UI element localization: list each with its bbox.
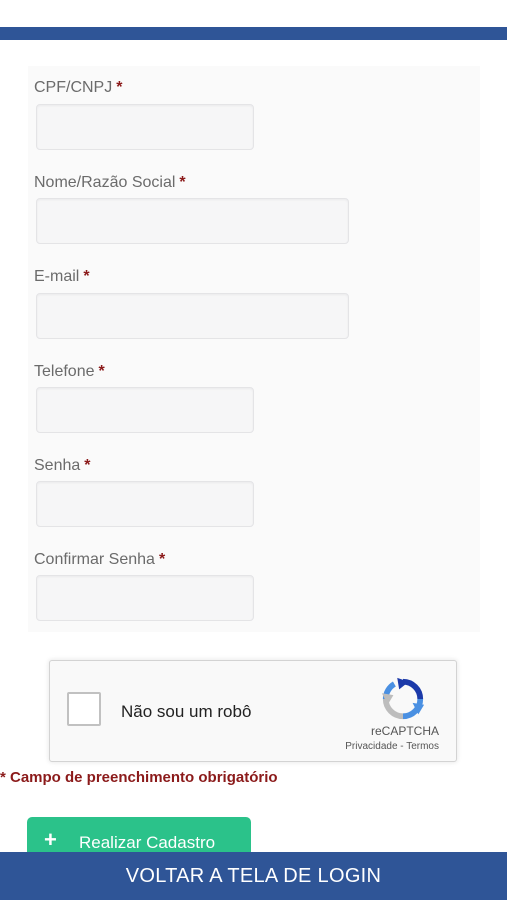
name-label: Nome/Razão Social * xyxy=(34,174,186,192)
required-asterisk: * xyxy=(84,457,91,474)
email-label: E-mail * xyxy=(34,268,90,286)
required-asterisk: * xyxy=(179,174,186,191)
name-label-text: Nome/Razão Social xyxy=(34,174,176,191)
back-to-login-button[interactable]: VOLTAR A TELA DE LOGIN xyxy=(0,852,507,900)
cpf-cnpj-input[interactable] xyxy=(36,104,254,150)
recaptcha-widget: Não sou um robô reCAPTCHA Privacidade - … xyxy=(49,660,457,762)
recaptcha-label: Não sou um robô xyxy=(121,702,252,721)
email-label-text: E-mail xyxy=(34,268,80,285)
confirm-password-label-text: Confirmar Senha xyxy=(34,551,155,568)
back-to-login-label: VOLTAR A TELA DE LOGIN xyxy=(125,864,382,887)
cpf-cnpj-label-text: CPF/CNPJ xyxy=(34,79,113,96)
cpf-cnpj-label: CPF/CNPJ * xyxy=(34,79,122,97)
required-asterisk: * xyxy=(83,268,90,285)
top-header-bar xyxy=(0,27,507,40)
password-input[interactable] xyxy=(36,481,254,527)
recaptcha-logo-icon xyxy=(381,677,425,720)
phone-input[interactable] xyxy=(36,387,254,433)
phone-label-text: Telefone xyxy=(34,363,95,380)
recaptcha-brand: reCAPTCHA xyxy=(370,724,439,738)
required-asterisk: * xyxy=(98,363,105,380)
required-asterisk: * xyxy=(158,551,166,568)
recaptcha-privacy-terms-links[interactable]: Privacidade - Termos xyxy=(345,741,439,752)
email-input[interactable] xyxy=(36,293,349,339)
password-label: Senha * xyxy=(34,457,91,475)
plus-icon: + xyxy=(44,827,57,852)
confirm-password-label: Confirmar Senha * xyxy=(34,551,165,569)
recaptcha-checkbox[interactable] xyxy=(67,692,101,726)
password-label-text: Senha xyxy=(34,457,81,474)
required-fields-note: * Campo de preenchimento obrigatório xyxy=(0,769,278,786)
registration-form-card xyxy=(28,66,480,632)
register-button-label: Realizar Cadastro xyxy=(79,833,216,852)
confirm-password-input[interactable] xyxy=(36,575,254,621)
phone-label: Telefone * xyxy=(34,363,105,381)
name-input[interactable] xyxy=(36,198,349,244)
required-asterisk: * xyxy=(116,79,123,96)
